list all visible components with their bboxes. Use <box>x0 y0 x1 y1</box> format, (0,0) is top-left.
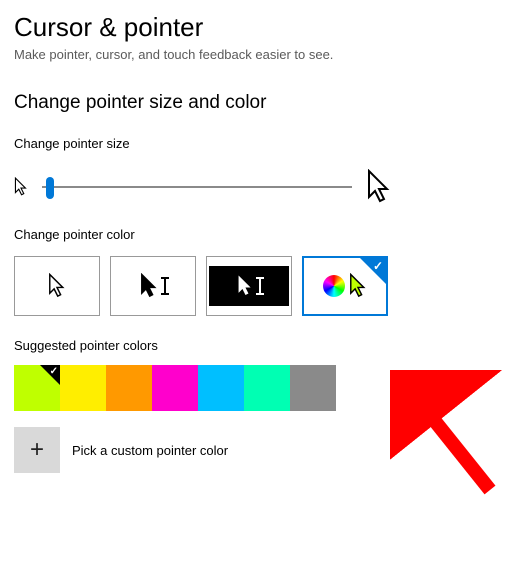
pick-custom-color-button[interactable]: + <box>14 427 60 473</box>
pointer-color-custom[interactable]: ✓ <box>302 256 388 316</box>
label-suggested-colors: Suggested pointer colors <box>14 338 513 353</box>
page-subtitle: Make pointer, cursor, and touch feedback… <box>14 47 513 62</box>
section-size-color: Change pointer size and color <box>14 92 513 114</box>
pointer-color-inverted[interactable] <box>206 256 292 316</box>
color-swatch-5[interactable] <box>244 365 290 411</box>
color-swatch-6[interactable] <box>290 365 336 411</box>
color-swatch-1[interactable] <box>60 365 106 411</box>
pointer-color-black[interactable] <box>110 256 196 316</box>
pick-custom-color-label: Pick a custom pointer color <box>72 443 228 458</box>
ibeam-icon <box>164 277 166 295</box>
cursor-white-icon <box>48 273 66 299</box>
cursor-white-on-black-icon <box>237 275 253 297</box>
color-swatch-4[interactable] <box>198 365 244 411</box>
color-swatch-2[interactable] <box>106 365 152 411</box>
label-pointer-color: Change pointer color <box>14 227 513 242</box>
color-wheel-icon <box>323 275 345 297</box>
cursor-large-icon <box>366 169 392 205</box>
check-icon: ✓ <box>50 366 58 377</box>
check-icon: ✓ <box>373 259 383 273</box>
label-pointer-size: Change pointer size <box>14 136 513 151</box>
pointer-color-mode-row: ✓ <box>14 256 513 316</box>
cursor-black-icon <box>140 273 158 299</box>
pointer-size-slider[interactable] <box>42 175 352 199</box>
color-swatch-3[interactable] <box>152 365 198 411</box>
annotation-arrow-icon <box>390 370 510 500</box>
plus-icon: + <box>30 436 44 464</box>
pointer-color-white[interactable] <box>14 256 100 316</box>
page-title: Cursor & pointer <box>14 12 513 43</box>
pointer-size-row <box>14 169 513 205</box>
cursor-small-icon <box>14 177 28 197</box>
color-swatch-0[interactable]: ✓ <box>14 365 60 411</box>
ibeam-white-icon <box>259 277 261 295</box>
